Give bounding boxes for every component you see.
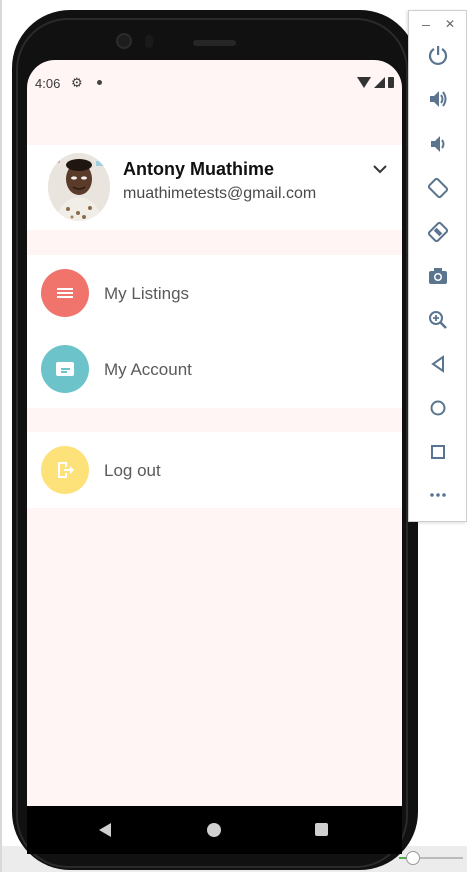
account-card-icon [41, 345, 89, 393]
list-icon [41, 269, 89, 317]
menu-label-log-out: Log out [104, 461, 161, 480]
battery-icon [388, 77, 394, 88]
home-nav-icon[interactable] [207, 823, 221, 837]
menu-item-my-listings[interactable]: My Listings [27, 255, 402, 331]
zoom-slider[interactable] [393, 849, 467, 867]
menu-section-logout: Log out [27, 432, 402, 508]
menu-label-my-account: My Account [104, 360, 192, 379]
emulator-toolbar: ✕ [408, 10, 467, 522]
overview-icon[interactable] [425, 439, 451, 465]
status-bar: 4:06 ⚙ [27, 60, 402, 108]
emulator-titlebar: ✕ [409, 15, 467, 33]
menu-item-my-account[interactable]: My Account [27, 331, 402, 407]
profile-email: muathimetests@gmail.com [123, 185, 317, 202]
avatar-photo [48, 153, 110, 221]
gear-icon: ⚙ [71, 75, 83, 90]
logout-icon [41, 446, 89, 494]
front-camera [116, 33, 132, 49]
menu-item-log-out[interactable]: Log out [27, 432, 402, 508]
wifi-icon [357, 77, 371, 88]
window-edge [0, 0, 2, 872]
menu-section-main: My Listings My Account [27, 255, 402, 408]
emulator-window: 4:06 ⚙ Antony Muathime muathimetests@gma… [0, 0, 467, 872]
menu-label-my-listings: My Listings [104, 284, 190, 303]
navigation-bar [27, 806, 402, 854]
profile-name: Antony Muathime [123, 159, 274, 179]
notification-dot-icon [97, 80, 102, 85]
camera-icon[interactable] [425, 263, 451, 289]
status-time: 4:06 [35, 76, 61, 91]
back-icon[interactable] [425, 351, 451, 377]
more-icon[interactable] [425, 482, 451, 508]
volume-up-icon[interactable] [425, 86, 451, 112]
status-icons [357, 77, 394, 88]
close-icon[interactable]: ✕ [445, 17, 455, 31]
power-icon[interactable] [425, 42, 451, 68]
volume-down-icon[interactable] [425, 131, 451, 157]
earpiece-speaker [193, 40, 236, 46]
profile-header[interactable]: Antony Muathime muathimetests@gmail.com [27, 145, 402, 230]
zoom-icon[interactable] [425, 307, 451, 333]
home-icon[interactable] [425, 395, 451, 421]
camera-sensor [145, 35, 153, 48]
rotate-left-icon[interactable] [425, 175, 451, 201]
back-nav-icon[interactable] [99, 823, 111, 837]
rotate-right-icon[interactable] [425, 219, 451, 245]
signal-icon [374, 77, 385, 88]
zoom-thumb[interactable] [406, 851, 420, 865]
recents-nav-icon[interactable] [315, 823, 328, 836]
minimize-icon[interactable] [422, 25, 430, 26]
avatar[interactable] [48, 153, 110, 221]
phone-screen: 4:06 ⚙ Antony Muathime muathimetests@gma… [27, 60, 402, 806]
chevron-down-icon[interactable] [371, 160, 389, 178]
